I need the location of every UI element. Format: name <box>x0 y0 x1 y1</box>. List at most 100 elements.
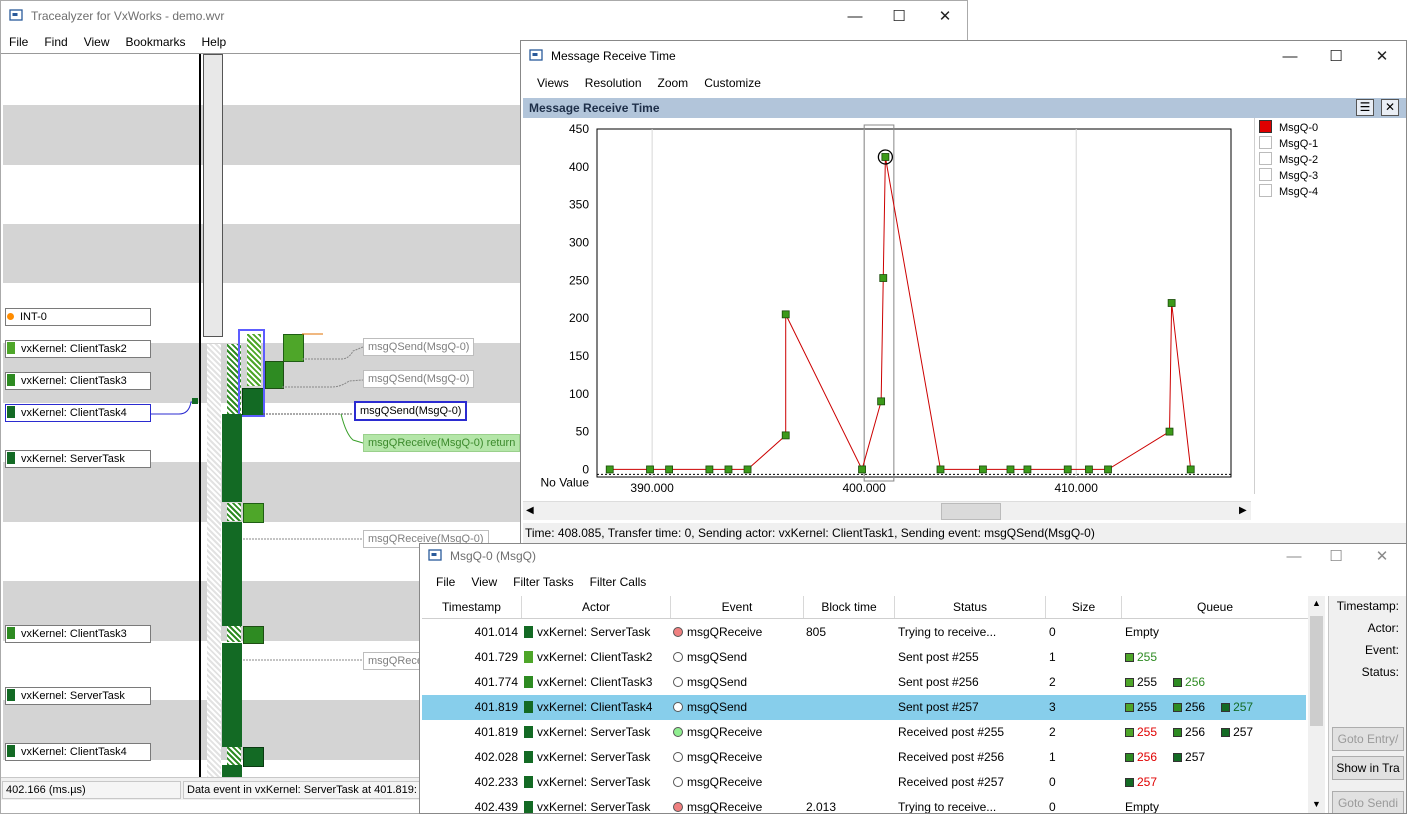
call-label-msgqsend-selected[interactable]: msgQSend(MsgQ-0) <box>354 401 468 421</box>
data-point[interactable] <box>1167 299 1176 307</box>
panel-close-icon[interactable]: ✕ <box>1381 99 1399 116</box>
table-row[interactable]: 402.439 vxKernel: ServerTask msgQReceive 2.… <box>422 795 1306 813</box>
data-point[interactable] <box>665 465 673 474</box>
data-point[interactable] <box>646 465 654 474</box>
actor-label-clienttask3[interactable]: vxKernel: ClientTask3 <box>5 625 151 643</box>
event-text: msgQSend <box>687 675 748 689</box>
scroll-thumb[interactable] <box>1310 616 1323 726</box>
close-icon[interactable]: ✕ <box>922 1 967 31</box>
scroll-up-icon[interactable]: ▲ <box>1312 598 1321 608</box>
menu-views[interactable]: Views <box>529 76 577 90</box>
menu-file[interactable]: File <box>1 35 36 49</box>
actor-label-clienttask4[interactable]: vxKernel: ClientTask4 <box>5 743 151 761</box>
chart-hscrollbar[interactable]: ◀ ▶ <box>523 501 1251 520</box>
menu-help[interactable]: Help <box>194 35 235 49</box>
data-point[interactable] <box>743 465 752 474</box>
menu-bookmarks[interactable]: Bookmarks <box>117 35 193 49</box>
legend-item-msgq4[interactable]: MsgQ-4 <box>1259 184 1318 198</box>
col-size[interactable]: Size <box>1046 596 1122 618</box>
actor-label-clienttask4[interactable]: vxKernel: ClientTask4 <box>5 404 151 422</box>
table-row[interactable]: 401.014 vxKernel: ServerTask msgQReceive 80… <box>422 620 1306 645</box>
actor-label-clienttask3[interactable]: vxKernel: ClientTask3 <box>5 372 151 390</box>
plot-area[interactable] <box>596 128 1232 478</box>
data-point[interactable] <box>858 465 866 474</box>
col-actor[interactable]: Actor <box>522 596 671 618</box>
call-label-msgqsend[interactable]: msgQSend(MsgQ-0) <box>363 338 475 356</box>
chart-titlebar[interactable]: Message Receive Time — ☐ ✕ <box>521 41 1406 71</box>
minimize-icon[interactable]: — <box>1267 41 1313 71</box>
table-row[interactable]: 401.729 vxKernel: ClientTask2 msgQSend Sent… <box>422 645 1306 670</box>
data-point[interactable] <box>1063 465 1072 474</box>
call-label-msgqsend[interactable]: msgQSend(MsgQ-0) <box>363 370 475 388</box>
message-receive-chart[interactable]: 0 50 100 150 200 250 300 350 400 450 No Value 390.0… <box>523 119 1251 499</box>
msgq-titlebar[interactable]: MsgQ-0 (MsgQ) — ☐ ✕ <box>420 544 1406 570</box>
call-label-msgqreceive-return[interactable]: msgQReceive(MsgQ-0) return <box>363 434 521 452</box>
menu-filter-tasks[interactable]: Filter Tasks <box>505 575 581 589</box>
table-row[interactable]: 401.819 vxKernel: ServerTask msgQReceive Re… <box>422 720 1306 745</box>
col-queue[interactable]: Queue <box>1122 596 1308 618</box>
table-row[interactable]: 401.819 vxKernel: ClientTask4 msgQSend Sent… <box>422 695 1306 720</box>
legend-item-msgq3[interactable]: MsgQ-3 <box>1259 168 1318 182</box>
table-row[interactable]: 402.028 vxKernel: ServerTask msgQReceive Re… <box>422 745 1306 770</box>
data-point[interactable] <box>1104 465 1112 474</box>
data-point[interactable] <box>879 274 888 282</box>
data-point[interactable] <box>605 465 614 474</box>
legend-item-msgq1[interactable]: MsgQ-1 <box>1259 136 1318 150</box>
col-status[interactable]: Status <box>895 596 1046 618</box>
col-event[interactable]: Event <box>671 596 804 618</box>
data-point[interactable] <box>781 431 790 440</box>
actor-label-servertask[interactable]: vxKernel: ServerTask <box>5 450 151 468</box>
data-point[interactable] <box>936 465 945 474</box>
data-point[interactable] <box>705 465 714 474</box>
goto-sending-button[interactable]: Goto Sendi <box>1332 791 1404 813</box>
legend-item-msgq0[interactable]: MsgQ-0 <box>1259 120 1318 134</box>
main-title: Tracealyzer for VxWorks - demo.wvr <box>31 9 225 23</box>
menu-view[interactable]: View <box>463 575 505 589</box>
maximize-icon[interactable]: ☐ <box>1313 544 1359 568</box>
close-icon[interactable]: ✕ <box>1359 544 1405 568</box>
show-in-trace-button[interactable]: Show in Tra <box>1332 756 1404 780</box>
menu-zoom[interactable]: Zoom <box>650 76 697 90</box>
scroll-thumb[interactable] <box>941 503 1001 520</box>
actor-label-clienttask2[interactable]: vxKernel: ClientTask2 <box>5 340 151 358</box>
data-point[interactable] <box>1023 465 1032 474</box>
menu-find[interactable]: Find <box>36 35 75 49</box>
scroll-down-icon[interactable]: ▼ <box>1312 799 1321 809</box>
scroll-right-icon[interactable]: ▶ <box>1239 505 1247 516</box>
legend-item-msgq2[interactable]: MsgQ-2 <box>1259 152 1318 166</box>
table-row[interactable]: 402.233 vxKernel: ServerTask msgQReceive Re… <box>422 770 1306 795</box>
data-point[interactable] <box>781 310 790 319</box>
actor-text: vxKernel: ServerTask <box>537 750 651 764</box>
maximize-icon[interactable]: ☐ <box>1313 41 1359 71</box>
data-point[interactable] <box>1085 465 1093 474</box>
data-point[interactable] <box>979 465 987 474</box>
table-row[interactable]: 401.774 vxKernel: ClientTask3 msgQSend Sent… <box>422 670 1306 695</box>
close-icon[interactable]: ✕ <box>1359 41 1405 71</box>
scroll-left-icon[interactable]: ◀ <box>526 505 534 516</box>
x-tick-label: 410.000 <box>1055 481 1099 495</box>
data-point[interactable] <box>1006 465 1015 474</box>
event-status-icon <box>673 727 683 737</box>
minimize-icon[interactable]: — <box>832 1 878 31</box>
actor-label-servertask[interactable]: vxKernel: ServerTask <box>5 687 151 705</box>
actor-label-int0[interactable]: INT-0 <box>5 308 151 326</box>
data-point[interactable] <box>724 465 733 474</box>
cell-actor: vxKernel: ClientTask2 <box>524 645 672 670</box>
data-point[interactable] <box>1165 427 1174 436</box>
goto-entry-button[interactable]: Goto Entry/ <box>1332 727 1404 751</box>
data-point[interactable] <box>877 397 886 406</box>
menu-resolution[interactable]: Resolution <box>577 76 650 90</box>
minimize-icon[interactable]: — <box>1271 544 1317 568</box>
menu-customize[interactable]: Customize <box>696 76 769 90</box>
col-block-time[interactable]: Block time <box>804 596 895 618</box>
msgq-vscrollbar[interactable]: ▲ ▼ <box>1308 596 1325 813</box>
maximize-icon[interactable]: ☐ <box>876 1 922 31</box>
data-point[interactable] <box>1186 465 1195 474</box>
main-titlebar[interactable]: Tracealyzer for VxWorks - demo.wvr — ☐ ✕ <box>1 1 967 31</box>
data-point[interactable] <box>881 153 890 161</box>
menu-file[interactable]: File <box>428 575 463 589</box>
col-timestamp[interactable]: Timestamp <box>422 596 522 618</box>
menu-view[interactable]: View <box>76 35 118 49</box>
menu-filter-calls[interactable]: Filter Calls <box>582 575 655 589</box>
legend-toggle-icon[interactable]: ☰ <box>1356 99 1374 116</box>
